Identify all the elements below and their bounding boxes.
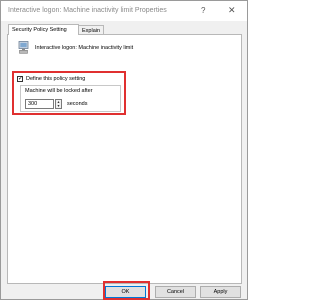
window-title: Interactive logon: Machine inactivity li…: [8, 7, 167, 14]
seconds-unit-label: seconds: [67, 101, 88, 107]
define-policy-checkbox[interactable]: ✓: [17, 76, 23, 82]
title-bar: Interactive logon: Machine inactivity li…: [1, 1, 247, 21]
seconds-spinner[interactable]: ▲ ▼: [55, 99, 62, 109]
policy-computer-icon: [18, 41, 29, 54]
lock-timeout-group: Machine will be locked after ▲ ▼ seconds: [20, 85, 121, 112]
tab-panel: Interactive logon: Machine inactivity li…: [7, 34, 242, 284]
define-policy-label[interactable]: Define this policy setting: [26, 76, 85, 82]
ok-button[interactable]: OK: [105, 286, 146, 298]
cancel-button[interactable]: Cancel: [155, 286, 196, 298]
apply-button[interactable]: Apply: [200, 286, 241, 298]
lock-after-label: Machine will be locked after: [25, 88, 93, 94]
inactivity-seconds-input[interactable]: [25, 99, 54, 109]
define-setting-highlight: ✓ Define this policy setting Machine wil…: [12, 71, 126, 115]
tab-security-policy-setting[interactable]: Security Policy Setting: [8, 24, 79, 35]
close-button[interactable]: ✕: [228, 5, 236, 16]
policy-name: Interactive logon: Machine inactivity li…: [35, 45, 134, 51]
spin-down-icon[interactable]: ▼: [56, 104, 61, 108]
help-button[interactable]: ?: [201, 6, 205, 15]
properties-dialog: Interactive logon: Machine inactivity li…: [0, 0, 248, 300]
